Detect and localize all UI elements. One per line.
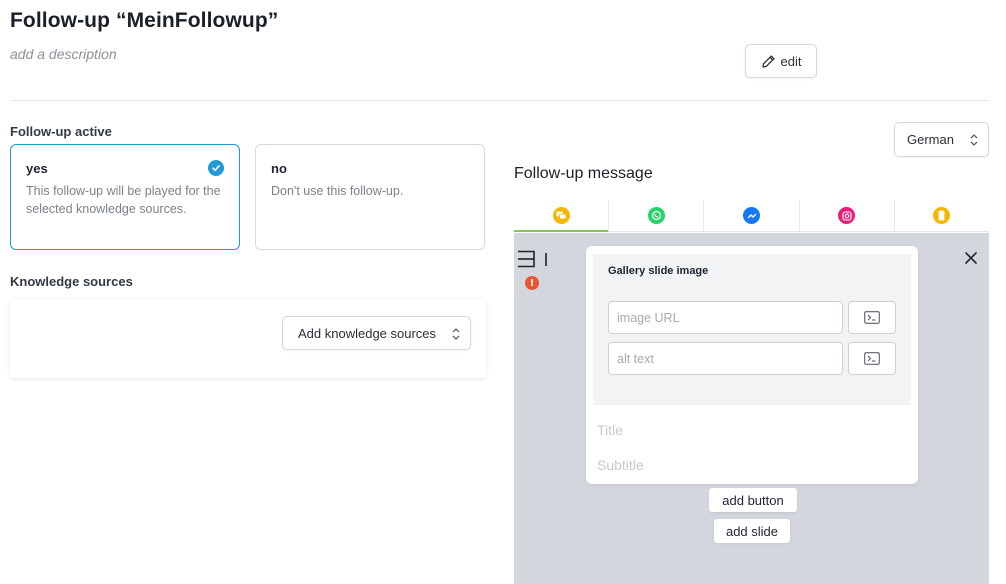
followup-active-label: Follow-up active: [10, 124, 112, 139]
tab-app[interactable]: [895, 200, 989, 231]
knowledge-sources-panel: Add knowledge sources: [10, 299, 486, 378]
tab-whatsapp[interactable]: [609, 200, 705, 231]
slide-subtitle-input[interactable]: Subtitle: [597, 457, 644, 473]
option-card-no[interactable]: no Don't use this follow-up.: [255, 144, 485, 250]
followup-message-title: Follow-up message: [514, 165, 653, 182]
option-yes-title: yes: [26, 161, 48, 176]
edit-button-label: edit: [780, 53, 802, 69]
gallery-icon[interactable]: [517, 250, 549, 268]
alt-text-variable-button[interactable]: [848, 342, 896, 375]
edit-button[interactable]: edit: [745, 44, 817, 78]
channel-tabs: [514, 200, 989, 232]
error-icon: !: [525, 276, 539, 290]
close-icon[interactable]: [963, 250, 979, 266]
gallery-slide-image-panel: Gallery slide image image URL alt text: [593, 254, 911, 405]
tab-messenger[interactable]: [704, 200, 800, 231]
option-yes-description: This follow-up will be played for the se…: [26, 184, 221, 216]
select-chevron-icon: [970, 134, 978, 146]
select-chevron-icon: [452, 328, 460, 340]
knowledge-sources-label: Knowledge sources: [10, 274, 133, 289]
gallery-slide-image-label: Gallery slide image: [608, 265, 709, 277]
chat-bubbles-icon: [552, 207, 570, 224]
slide-title-input[interactable]: Title: [597, 422, 623, 438]
tab-webchat[interactable]: [514, 200, 610, 232]
instagram-icon: [838, 207, 856, 224]
language-select[interactable]: German: [894, 122, 989, 157]
mobile-phone-icon: [933, 207, 951, 224]
image-url-variable-button[interactable]: [848, 301, 896, 334]
message-preview: ! Gallery slide image image URL alt text…: [514, 233, 989, 584]
check-circle-icon: [208, 160, 224, 176]
terminal-icon: [864, 352, 880, 365]
messenger-icon: [743, 207, 760, 224]
option-card-yes[interactable]: yes This follow-up will be played for th…: [10, 144, 240, 250]
whatsapp-icon: [647, 207, 665, 224]
alt-text-input[interactable]: alt text: [608, 342, 843, 375]
gallery-slide-card: Gallery slide image image URL alt text T…: [586, 246, 918, 484]
add-slide-button[interactable]: add slide: [714, 519, 790, 543]
page-title: Follow-up “MeinFollowup”: [10, 9, 279, 32]
add-button-button[interactable]: add button: [709, 488, 797, 512]
image-url-input[interactable]: image URL: [608, 301, 843, 334]
option-no-title: no: [271, 161, 287, 176]
add-knowledge-sources-button[interactable]: Add knowledge sources: [282, 316, 471, 350]
option-no-description: Don't use this follow-up.: [271, 184, 404, 198]
description-placeholder[interactable]: add a description: [10, 46, 117, 62]
language-select-value: German: [907, 132, 954, 147]
terminal-icon: [864, 311, 880, 324]
add-knowledge-sources-label: Add knowledge sources: [298, 325, 437, 341]
pencil-icon: [761, 54, 775, 68]
header-divider: [10, 100, 990, 101]
tab-instagram[interactable]: [800, 200, 895, 231]
